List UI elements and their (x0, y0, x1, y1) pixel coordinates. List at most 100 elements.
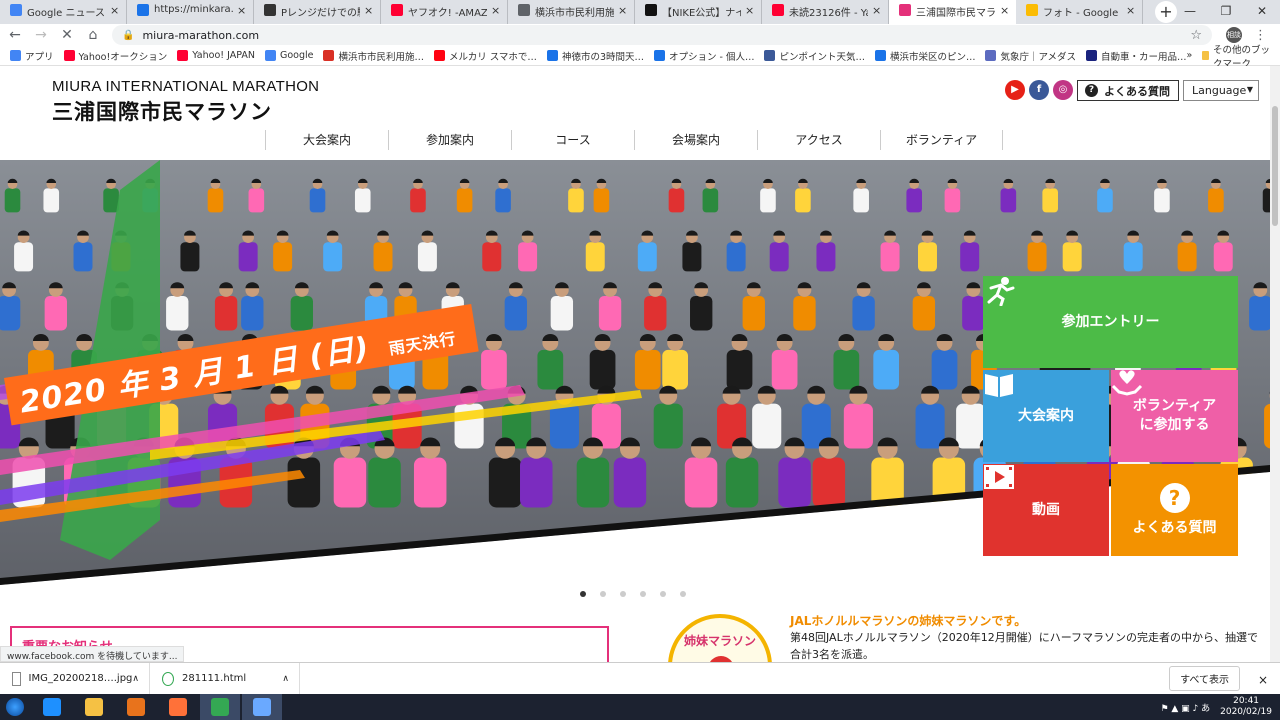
bookmarks-bar: アプリ Yahoo!オークション Yahoo! JAPAN Google 横浜市市民利用… (0, 45, 1280, 70)
bookmark-item[interactable]: アプリ (10, 49, 54, 63)
question-icon: ? (1085, 84, 1098, 97)
bookmark-item[interactable]: 神徳市の3時間天… (546, 49, 644, 63)
slider-dot[interactable] (620, 591, 626, 597)
site-logo-english[interactable]: MIURA INTERNATIONAL MARATHON (52, 78, 319, 95)
bookmark-star-icon[interactable]: ☆ (1190, 28, 1202, 43)
faq-button[interactable]: ? よくある質問 (1077, 80, 1179, 101)
slider-dot[interactable] (680, 591, 686, 597)
volunteer-tile[interactable]: ボランティア に参加する (1111, 370, 1238, 462)
marathon-icon (899, 4, 911, 16)
stop-loading-icon[interactable]: ✕ (56, 27, 78, 43)
slider-dot[interactable] (640, 591, 646, 597)
maximize-icon[interactable]: ❐ (1208, 0, 1244, 22)
close-tab-icon[interactable]: × (1000, 4, 1010, 17)
menu-icon[interactable]: ⋮ (1254, 28, 1267, 43)
nav-item[interactable]: 会場案内 (634, 130, 757, 150)
chevron-up-icon[interactable]: ∧ (282, 674, 289, 684)
tray-icons[interactable]: ⚑ ▲ ▣ ♪ あ (1160, 701, 1210, 714)
close-tab-icon[interactable]: × (745, 4, 755, 17)
bookmark-item[interactable]: ピンポイント天気… (764, 49, 865, 63)
minkara-icon (137, 4, 149, 16)
globe-icon (518, 4, 530, 16)
bookmark-item[interactable]: オプション - 個人… (653, 49, 754, 63)
faq-tile[interactable]: ? よくある質問 (1111, 464, 1238, 556)
sister-marathon-title: JALホノルルマラソンの姉妹マラソンです。 (790, 614, 1027, 628)
video-tile[interactable]: 動画 (983, 464, 1109, 556)
bookmark-item[interactable]: 自動車・カー用品… (1086, 49, 1187, 63)
close-tab-icon[interactable]: × (237, 4, 247, 17)
nav-item[interactable]: 参加案内 (388, 130, 511, 150)
taskbar-app[interactable] (200, 694, 240, 720)
address-url[interactable]: miura-marathon.com (142, 29, 259, 42)
site-logo-japanese[interactable]: 三浦国際市民マラソン (52, 96, 272, 126)
download-item[interactable]: IMG_20200218….jpg ∧ (0, 662, 150, 695)
close-tab-icon[interactable]: × (491, 4, 501, 17)
browser-tab[interactable]: 三浦国際市民マラソン × (889, 0, 1016, 24)
window-controls: — ❐ ✕ (1172, 0, 1280, 22)
nav-item[interactable]: コース (511, 130, 634, 150)
language-select[interactable]: Language ▼ (1183, 80, 1259, 101)
runner-icon (987, 277, 1015, 306)
taskbar-app[interactable] (32, 694, 72, 720)
close-tab-icon[interactable]: × (872, 4, 882, 17)
slider-dot[interactable] (660, 591, 666, 597)
close-icon[interactable]: × (1258, 673, 1268, 687)
close-tab-icon[interactable]: × (1126, 4, 1136, 17)
browser-tab[interactable]: フォト - Google フォ × (1016, 0, 1143, 24)
bookmark-label: Google (279, 50, 314, 61)
back-icon[interactable]: ← (4, 27, 26, 43)
browser-tab[interactable]: 未読23126件 - Yahoo × (762, 0, 889, 24)
address-bar[interactable]: 🔒 miura-marathon.com ☆ (112, 25, 1212, 45)
show-all-downloads-button[interactable]: すべて表示 (1169, 666, 1240, 691)
bookmark-item[interactable]: Google (264, 50, 314, 61)
taskbar-app[interactable] (74, 694, 114, 720)
start-button[interactable] (0, 694, 30, 720)
youtube-icon[interactable]: ▶ (1005, 80, 1025, 100)
instagram-icon[interactable]: ◎ (1053, 80, 1073, 100)
nav-item[interactable]: ボランティア (880, 130, 1003, 150)
sister-marathon-badge[interactable]: 姉妹マラソン (668, 614, 772, 662)
app-icon (253, 698, 271, 716)
scrollbar-thumb[interactable] (1272, 106, 1278, 226)
browser-tab[interactable]: 【NIKE公式】ナイキ × (635, 0, 762, 24)
browser-tab[interactable]: Google ニュース × (0, 0, 127, 24)
taskbar-app[interactable] (158, 694, 198, 720)
browser-tab[interactable]: 横浜市市民利用施設予 × (508, 0, 635, 24)
entry-tile[interactable]: 参加エントリー (983, 276, 1238, 368)
nav-item[interactable]: 大会案内 (265, 130, 388, 150)
hero-slider[interactable]: 2020 年 3 月 1 日 (日) 雨天決行 参加エントリー 大会案内 ボラン… (0, 160, 1270, 585)
bookmark-item[interactable]: Yahoo!オークション (63, 49, 167, 63)
bookmark-item[interactable]: 横浜市市民利用施… (323, 49, 424, 63)
browser-tab[interactable]: https://minkara.carv × (127, 0, 254, 24)
slider-dot[interactable] (580, 591, 586, 597)
download-shelf: IMG_20200218….jpg ∧ 281111.html ∧ すべて表示 … (0, 662, 1280, 695)
tenki-icon (764, 50, 776, 61)
bookmark-item[interactable]: 横浜市栄区のピン… (874, 49, 975, 63)
browser-tab[interactable]: Pレンジだけでの駐車 × (254, 0, 381, 24)
minimize-icon[interactable]: — (1172, 0, 1208, 22)
browser-tab[interactable]: ヤフオク! -AMAZFIT × (381, 0, 508, 24)
lock-icon[interactable]: 🔒 (122, 30, 134, 41)
close-window-icon[interactable]: ✕ (1244, 0, 1280, 22)
download-item[interactable]: 281111.html ∧ (150, 662, 300, 695)
clock[interactable]: 20:41 2020/02/19 (1220, 696, 1272, 718)
close-tab-icon[interactable]: × (110, 4, 120, 17)
bookmark-label: アプリ (25, 51, 54, 63)
forward-icon[interactable]: → (30, 27, 52, 43)
chevron-up-icon[interactable]: ∧ (132, 674, 139, 684)
facebook-icon[interactable]: f (1029, 80, 1049, 100)
bookmark-item[interactable]: メルカリ スマホで… (433, 49, 537, 63)
taskbar-app[interactable] (116, 694, 156, 720)
slider-dot[interactable] (600, 591, 606, 597)
language-label: Language (1192, 84, 1247, 97)
bookmarks-overflow-icon[interactable]: » (1187, 50, 1193, 61)
close-tab-icon[interactable]: × (364, 4, 374, 17)
home-icon[interactable]: ⌂ (82, 27, 104, 43)
taskbar-app[interactable] (242, 694, 282, 720)
bookmark-item[interactable]: 気象庁｜アメダス (985, 49, 1076, 63)
guide-tile[interactable]: 大会案内 (983, 370, 1109, 462)
bookmark-item[interactable]: Yahoo! JAPAN (177, 50, 255, 61)
nav-item[interactable]: アクセス (757, 130, 880, 150)
page-scrollbar[interactable] (1270, 66, 1280, 662)
close-tab-icon[interactable]: × (618, 4, 628, 17)
